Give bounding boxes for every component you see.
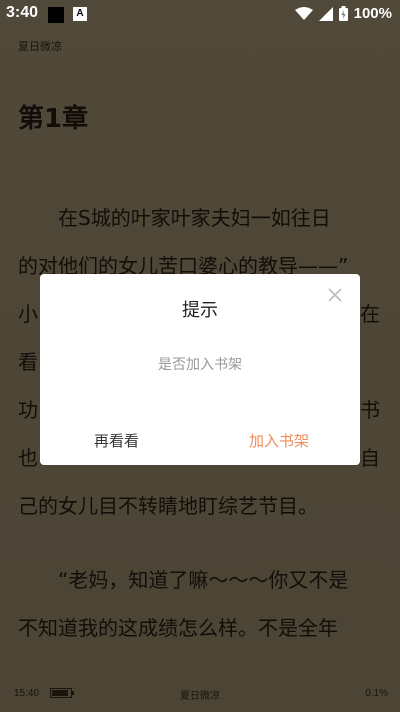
notification-a-icon: A bbox=[73, 7, 87, 21]
dialog-title: 提示 bbox=[182, 300, 218, 321]
notification-square-icon bbox=[48, 7, 64, 23]
wifi-icon bbox=[294, 6, 313, 20]
reader-screen: 3:40 A 100% 夏日微凉 第1章 在S城的叶家叶家夫妇一如往日 的对他们… bbox=[0, 0, 400, 712]
add-to-shelf-button[interactable]: 加入书架 bbox=[249, 430, 309, 451]
close-icon[interactable] bbox=[326, 286, 344, 304]
status-bar: 3:40 A 100% bbox=[0, 0, 400, 30]
battery-percent: 100% bbox=[353, 5, 392, 22]
cancel-button[interactable]: 再看看 bbox=[94, 430, 139, 451]
status-time: 3:40 bbox=[6, 4, 39, 21]
dialog-message: 是否加入书架 bbox=[158, 357, 242, 373]
status-right: 100% bbox=[294, 5, 392, 22]
signal-icon bbox=[318, 6, 333, 21]
battery-icon bbox=[338, 6, 348, 21]
add-to-shelf-dialog: 提示 是否加入书架 再看看 加入书架 bbox=[40, 274, 360, 465]
